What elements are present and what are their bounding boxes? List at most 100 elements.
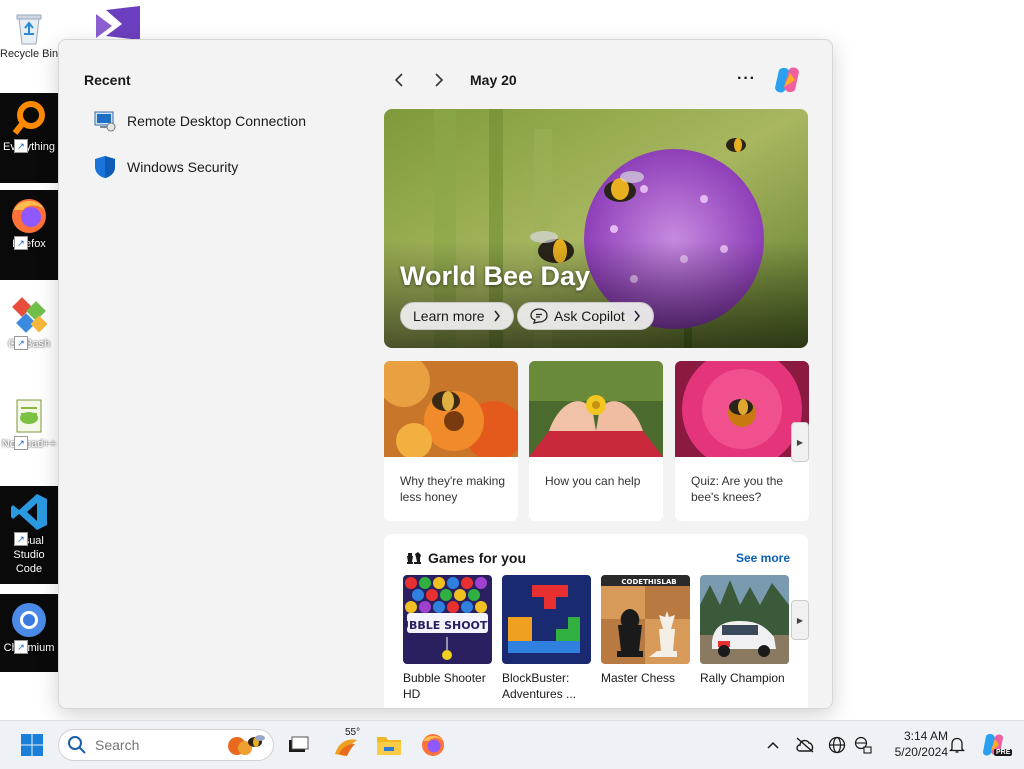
clock-time: 3:14 AM xyxy=(903,729,948,743)
search-input[interactable] xyxy=(93,736,217,754)
windows-logo-icon xyxy=(21,734,43,756)
desktop-icon-recycle-bin[interactable]: Recycle Bin xyxy=(0,0,58,90)
recent-item-remote-desktop[interactable]: Remote Desktop Connection xyxy=(93,109,306,133)
visual-studio-icon[interactable] xyxy=(92,6,142,40)
notifications-button[interactable] xyxy=(946,721,968,769)
current-date: May 20 xyxy=(470,72,517,88)
game-tile-blockbuster[interactable]: BlockBuster: Adventures ... xyxy=(502,575,591,702)
game-title: Rally Champion xyxy=(700,671,785,685)
globe-icon xyxy=(828,736,846,754)
desktop-icon-vscode[interactable]: ↗ Visual Studio Code xyxy=(0,486,58,584)
game-thumbnail xyxy=(700,575,789,664)
chevron-right-icon xyxy=(435,73,444,87)
copilot-taskbar-button[interactable]: PRE xyxy=(976,721,1013,769)
weather-widget-button[interactable]: 55° xyxy=(330,721,362,769)
copilot-icon[interactable] xyxy=(771,64,803,96)
start-button[interactable] xyxy=(14,721,50,769)
game-tile-master-chess[interactable]: CODETHISLAB Master Chess xyxy=(601,575,690,686)
games-scroll-right-button[interactable]: ▶ xyxy=(791,600,809,640)
desktop-icon-git-bash[interactable]: ↗ Git Bash xyxy=(0,290,58,380)
bell-icon xyxy=(949,737,965,753)
caret-right-icon: ▶ xyxy=(796,615,804,625)
desktop-icon-chromium[interactable]: ↗ Chromium xyxy=(0,594,58,672)
chevron-up-icon xyxy=(767,741,779,749)
recycle-bin-icon xyxy=(16,14,42,45)
recent-item-label: Windows Security xyxy=(127,159,239,175)
game-tile-bubble-shooter[interactable]: BUBBLE SHOOTER Bubble Shooter HD xyxy=(403,575,492,702)
recent-item-label: Remote Desktop Connection xyxy=(127,113,306,129)
learn-more-button[interactable]: Learn more xyxy=(400,302,514,330)
more-options-button[interactable]: ··· xyxy=(737,70,756,88)
search-icon xyxy=(68,736,86,754)
card-headline: How you can help xyxy=(545,474,641,488)
card-image-bee-on-flower xyxy=(384,361,518,457)
game-thumbnail-logo-text: CODETHISLAB xyxy=(621,578,676,586)
game-title: BlockBuster: Adventures ... xyxy=(502,671,577,701)
clock-date: 5/20/2024 xyxy=(894,745,948,759)
news-card[interactable]: Why they're making less honey xyxy=(384,361,518,521)
task-view-icon xyxy=(289,736,309,752)
previous-day-button[interactable] xyxy=(384,68,414,92)
cloud-offline-icon xyxy=(796,737,814,753)
card-headline: Why they're making less honey xyxy=(400,474,505,504)
desktop-icon-firefox[interactable]: ↗ Firefox xyxy=(0,190,58,280)
search-highlight-bee-icon xyxy=(228,735,265,755)
shortcut-arrow-icon: ↗ xyxy=(14,236,28,250)
remote-desktop-icon xyxy=(94,111,116,132)
folder-icon xyxy=(377,737,401,755)
desktop-icon-notepad-plus[interactable]: ↗ Notepad++ xyxy=(0,390,58,480)
game-thumbnail xyxy=(502,575,591,664)
weather-temperature: 55° xyxy=(345,727,361,738)
firefox-taskbar-button[interactable] xyxy=(416,721,450,769)
onedrive-tray-button[interactable] xyxy=(792,721,818,769)
network-globe-icon xyxy=(854,736,872,754)
notepad-plus-icon xyxy=(16,399,42,433)
card-image-hands-with-flower xyxy=(529,361,663,457)
task-view-button[interactable] xyxy=(282,721,314,769)
hero-card-world-bee-day[interactable]: World Bee Day Learn more Ask Copilot xyxy=(384,109,808,348)
shortcut-arrow-icon: ↗ xyxy=(14,336,28,350)
shortcut-arrow-icon: ↗ xyxy=(14,640,28,654)
firefox-icon xyxy=(12,199,46,233)
see-more-link[interactable]: See more xyxy=(736,551,790,565)
games-section: Games for you See more BUBBLE SHOOTER xyxy=(384,534,809,708)
game-tile-rally-champion[interactable]: Rally Champion xyxy=(700,575,789,686)
show-hidden-icons-button[interactable] xyxy=(762,721,784,769)
shortcut-arrow-icon: ↗ xyxy=(14,532,28,546)
chevron-right-icon xyxy=(494,310,500,322)
taskbar-search-box[interactable] xyxy=(58,729,274,761)
desktop-icon-everything[interactable]: ↗ Everything xyxy=(0,93,58,183)
game-title: Bubble Shooter HD xyxy=(403,671,486,701)
chromium-icon xyxy=(12,603,46,637)
next-day-button[interactable] xyxy=(424,68,454,92)
preview-badge: PRE xyxy=(994,749,1013,756)
shortcut-arrow-icon: ↗ xyxy=(14,436,28,450)
cards-scroll-right-button[interactable]: ▶ xyxy=(791,422,809,462)
chevron-right-icon xyxy=(634,310,640,322)
hero-title: World Bee Day xyxy=(400,261,591,291)
game-thumbnail: BUBBLE SHOOTER xyxy=(403,575,492,664)
date-navigation: May 20 xyxy=(384,68,517,92)
recent-heading: Recent xyxy=(84,72,131,88)
shortcut-arrow-icon: ↗ xyxy=(14,139,28,153)
git-bash-icon xyxy=(12,297,48,333)
card-image-bee-on-pink-flower xyxy=(675,361,809,457)
shield-icon xyxy=(95,156,115,178)
file-explorer-button[interactable] xyxy=(372,721,406,769)
chess-pieces-icon xyxy=(407,552,421,564)
recent-item-windows-security[interactable]: Windows Security xyxy=(93,155,238,179)
news-card[interactable]: Quiz: Are you the bee's knees? xyxy=(675,361,809,521)
ask-copilot-button[interactable]: Ask Copilot xyxy=(517,302,654,330)
system-clock[interactable]: 3:14 AM 5/20/2024 xyxy=(880,728,948,760)
network-tray-button[interactable] xyxy=(850,721,876,769)
language-tray-button[interactable] xyxy=(824,721,850,769)
game-thumbnail: CODETHISLAB xyxy=(601,575,690,664)
chevron-left-icon xyxy=(394,73,403,87)
caret-right-icon: ▶ xyxy=(796,437,804,447)
games-heading: Games for you xyxy=(428,550,527,566)
news-card[interactable]: How you can help xyxy=(529,361,663,521)
chat-bubble-icon xyxy=(530,308,548,324)
firefox-icon xyxy=(422,734,444,756)
vscode-icon xyxy=(11,494,47,530)
game-title: Master Chess xyxy=(601,671,676,685)
